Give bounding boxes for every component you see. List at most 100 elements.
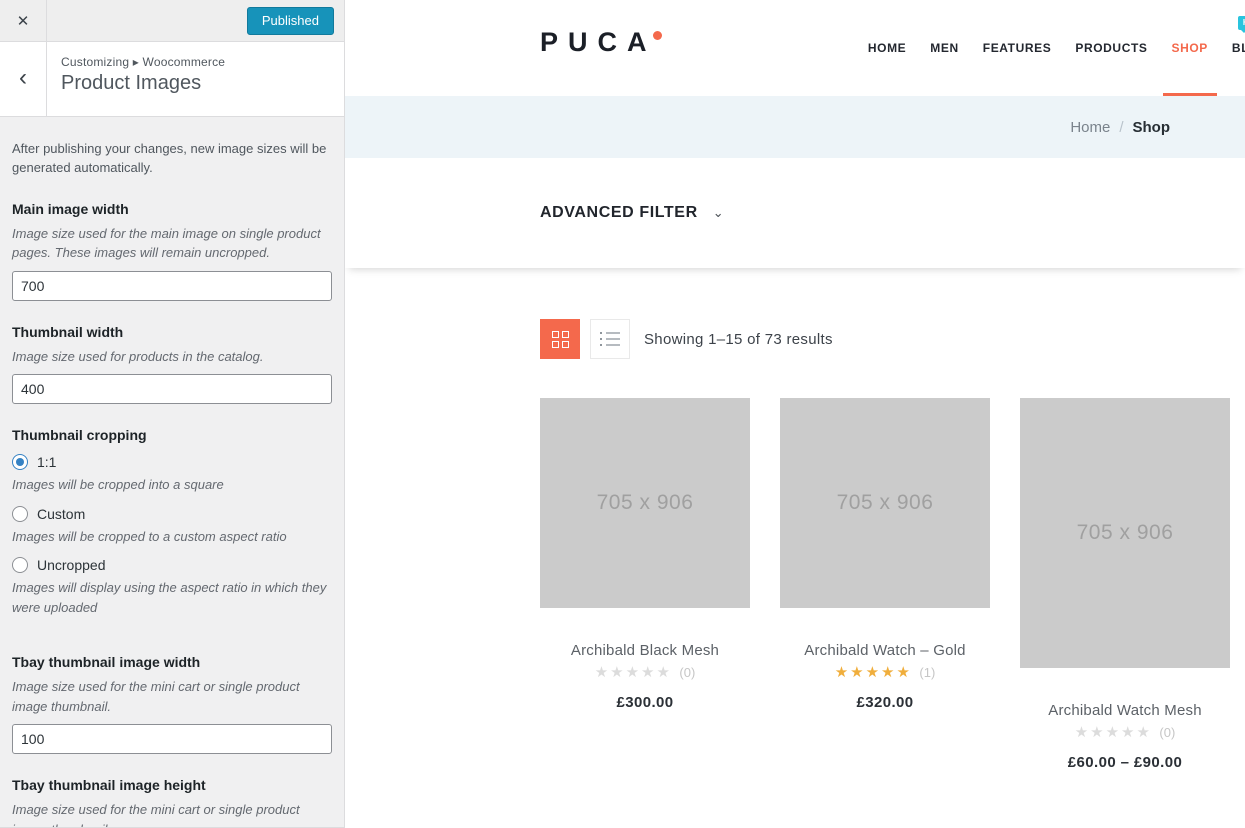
radio-label: Custom bbox=[37, 506, 85, 522]
star-icon: ★ bbox=[610, 664, 625, 681]
control-description: Image size used for products in the cata… bbox=[12, 347, 332, 367]
star-icon: ★ bbox=[1137, 724, 1152, 741]
hot-badge: HOT bbox=[1238, 16, 1245, 30]
close-button[interactable]: ✕ bbox=[0, 0, 47, 41]
nav-label: SHOP bbox=[1172, 41, 1208, 55]
nav-item-products[interactable]: PRODUCTS bbox=[1075, 0, 1147, 96]
grid-icon bbox=[552, 331, 569, 348]
nav-label: PRODUCTS bbox=[1075, 41, 1147, 55]
nav-label: MEN bbox=[930, 41, 958, 55]
control-thumbnail-width: Thumbnail width Image size used for prod… bbox=[12, 324, 332, 405]
breadcrumb-separator: / bbox=[1119, 119, 1123, 136]
product-grid: 705 x 906 Archibald Black Mesh ★★★★★ (0)… bbox=[540, 398, 1245, 771]
star-icon: ★ bbox=[595, 664, 610, 681]
intro-text: After publishing your changes, new image… bbox=[12, 140, 332, 178]
product-card[interactable]: 705 x 906 Archibald Watch – Gold ★★★★★ (… bbox=[780, 398, 990, 711]
nav-label: HOME bbox=[868, 41, 906, 55]
site-logo[interactable]: PUCA bbox=[540, 29, 662, 56]
control-label: Tbay thumbnail image width bbox=[12, 654, 332, 670]
star-icon: ★ bbox=[1121, 724, 1136, 741]
star-icon: ★ bbox=[881, 664, 896, 681]
review-count: (0) bbox=[679, 665, 695, 680]
product-image-placeholder[interactable]: 705 x 906 bbox=[780, 398, 990, 608]
logo-dot-icon bbox=[653, 31, 662, 40]
product-price: £60.00 – £90.00 bbox=[1020, 754, 1230, 771]
star-icon: ★ bbox=[897, 664, 912, 681]
star-icon: ★ bbox=[626, 664, 641, 681]
main-nav: HOME MEN FEATURES PRODUCTS SHOP HOT BLOG bbox=[868, 0, 1245, 96]
star-rating: ★★★★★ (0) bbox=[1020, 725, 1230, 741]
control-main-image-width: Main image width Image size used for the… bbox=[12, 201, 332, 301]
product-card[interactable]: 705 x 906 Archibald Watch Mesh ★★★★★ (0)… bbox=[1020, 398, 1230, 771]
star-icon: ★ bbox=[1075, 724, 1090, 741]
nav-item-shop[interactable]: SHOP bbox=[1172, 0, 1208, 96]
radio-button[interactable] bbox=[12, 557, 28, 573]
radio-description: Images will be cropped into a square bbox=[12, 475, 332, 495]
panel-title: Product Images bbox=[61, 72, 225, 95]
customizer-controls: After publishing your changes, new image… bbox=[0, 117, 344, 828]
thumbnail-width-input[interactable] bbox=[12, 374, 332, 404]
grid-view-button[interactable] bbox=[540, 319, 580, 359]
nav-label: FEATURES bbox=[983, 41, 1052, 55]
results-count-text: Showing 1–15 of 73 results bbox=[644, 331, 833, 348]
nav-item-features[interactable]: FEATURES bbox=[983, 0, 1052, 96]
customizer-topbar: ✕ Published bbox=[0, 0, 344, 42]
product-title[interactable]: Archibald Black Mesh bbox=[540, 642, 750, 659]
nav-item-men[interactable]: MEN bbox=[930, 0, 958, 96]
radio-button[interactable] bbox=[12, 506, 28, 522]
control-label: Tbay thumbnail image height bbox=[12, 777, 332, 793]
radio-label: Uncropped bbox=[37, 557, 106, 573]
customizer-section-header: ‹ Customizing ▸ Woocommerce Product Imag… bbox=[0, 42, 344, 117]
control-thumbnail-cropping: Thumbnail cropping 1:1 Images will be cr… bbox=[12, 427, 332, 617]
advanced-filter-toggle[interactable]: ADVANCED FILTER bbox=[540, 204, 698, 222]
product-image-placeholder[interactable]: 705 x 906 bbox=[540, 398, 750, 608]
product-image-placeholder[interactable]: 705 x 906 bbox=[1020, 398, 1230, 668]
product-card[interactable]: 705 x 906 Archibald Black Mesh ★★★★★ (0)… bbox=[540, 398, 750, 711]
product-title[interactable]: Archibald Watch – Gold bbox=[780, 642, 990, 659]
review-count: (0) bbox=[1159, 725, 1175, 740]
customizer-breadcrumb: Customizing ▸ Woocommerce bbox=[61, 55, 225, 69]
chevron-left-icon: ‹ bbox=[19, 64, 27, 92]
nav-label: BLOG bbox=[1232, 41, 1245, 55]
main-image-width-input[interactable] bbox=[12, 271, 332, 301]
radio-option-custom[interactable]: Custom bbox=[12, 506, 332, 522]
star-icon: ★ bbox=[641, 664, 656, 681]
site-preview: PUCA HOME MEN FEATURES PRODUCTS SHOP bbox=[345, 0, 1245, 828]
list-icon bbox=[600, 332, 620, 346]
breadcrumb-home-link[interactable]: Home bbox=[1070, 119, 1110, 136]
control-description: Image size used for the main image on si… bbox=[12, 224, 332, 263]
list-view-button[interactable] bbox=[590, 319, 630, 359]
radio-option-uncropped[interactable]: Uncropped bbox=[12, 557, 332, 573]
radio-label: 1:1 bbox=[37, 454, 56, 470]
results-bar: Showing 1–15 of 73 results bbox=[540, 319, 1245, 359]
product-price: £300.00 bbox=[540, 694, 750, 711]
published-button[interactable]: Published bbox=[247, 7, 334, 35]
star-icon: ★ bbox=[835, 664, 850, 681]
radio-description: Images will display using the aspect rat… bbox=[12, 578, 332, 617]
nav-item-home[interactable]: HOME bbox=[868, 0, 906, 96]
star-icon: ★ bbox=[866, 664, 881, 681]
star-icon: ★ bbox=[1090, 724, 1105, 741]
control-tbay-thumbnail-width: Tbay thumbnail image width Image size us… bbox=[12, 654, 332, 754]
site-header: PUCA HOME MEN FEATURES PRODUCTS SHOP bbox=[345, 0, 1245, 96]
chevron-down-icon[interactable]: ⌄ bbox=[713, 205, 724, 221]
nav-item-blog[interactable]: HOT BLOG bbox=[1232, 0, 1245, 96]
product-price: £320.00 bbox=[780, 694, 990, 711]
back-button[interactable]: ‹ bbox=[0, 42, 47, 116]
control-description: Image size used for the mini cart or sin… bbox=[12, 677, 332, 716]
radio-button[interactable] bbox=[12, 454, 28, 470]
control-label: Main image width bbox=[12, 201, 332, 217]
product-title[interactable]: Archibald Watch Mesh bbox=[1020, 702, 1230, 719]
star-icon: ★ bbox=[657, 664, 672, 681]
radio-option-1-1[interactable]: 1:1 bbox=[12, 454, 332, 470]
tbay-thumbnail-width-input[interactable] bbox=[12, 724, 332, 754]
control-tbay-thumbnail-height: Tbay thumbnail image height Image size u… bbox=[12, 777, 332, 828]
star-icon: ★ bbox=[1106, 724, 1121, 741]
breadcrumb-bar: Home / Shop bbox=[345, 96, 1245, 158]
close-icon: ✕ bbox=[17, 12, 30, 30]
breadcrumb-current: Shop bbox=[1133, 119, 1171, 136]
review-count: (1) bbox=[919, 665, 935, 680]
star-rating: ★★★★★ (1) bbox=[780, 665, 990, 681]
control-label: Thumbnail width bbox=[12, 324, 332, 340]
control-label: Thumbnail cropping bbox=[12, 427, 332, 443]
